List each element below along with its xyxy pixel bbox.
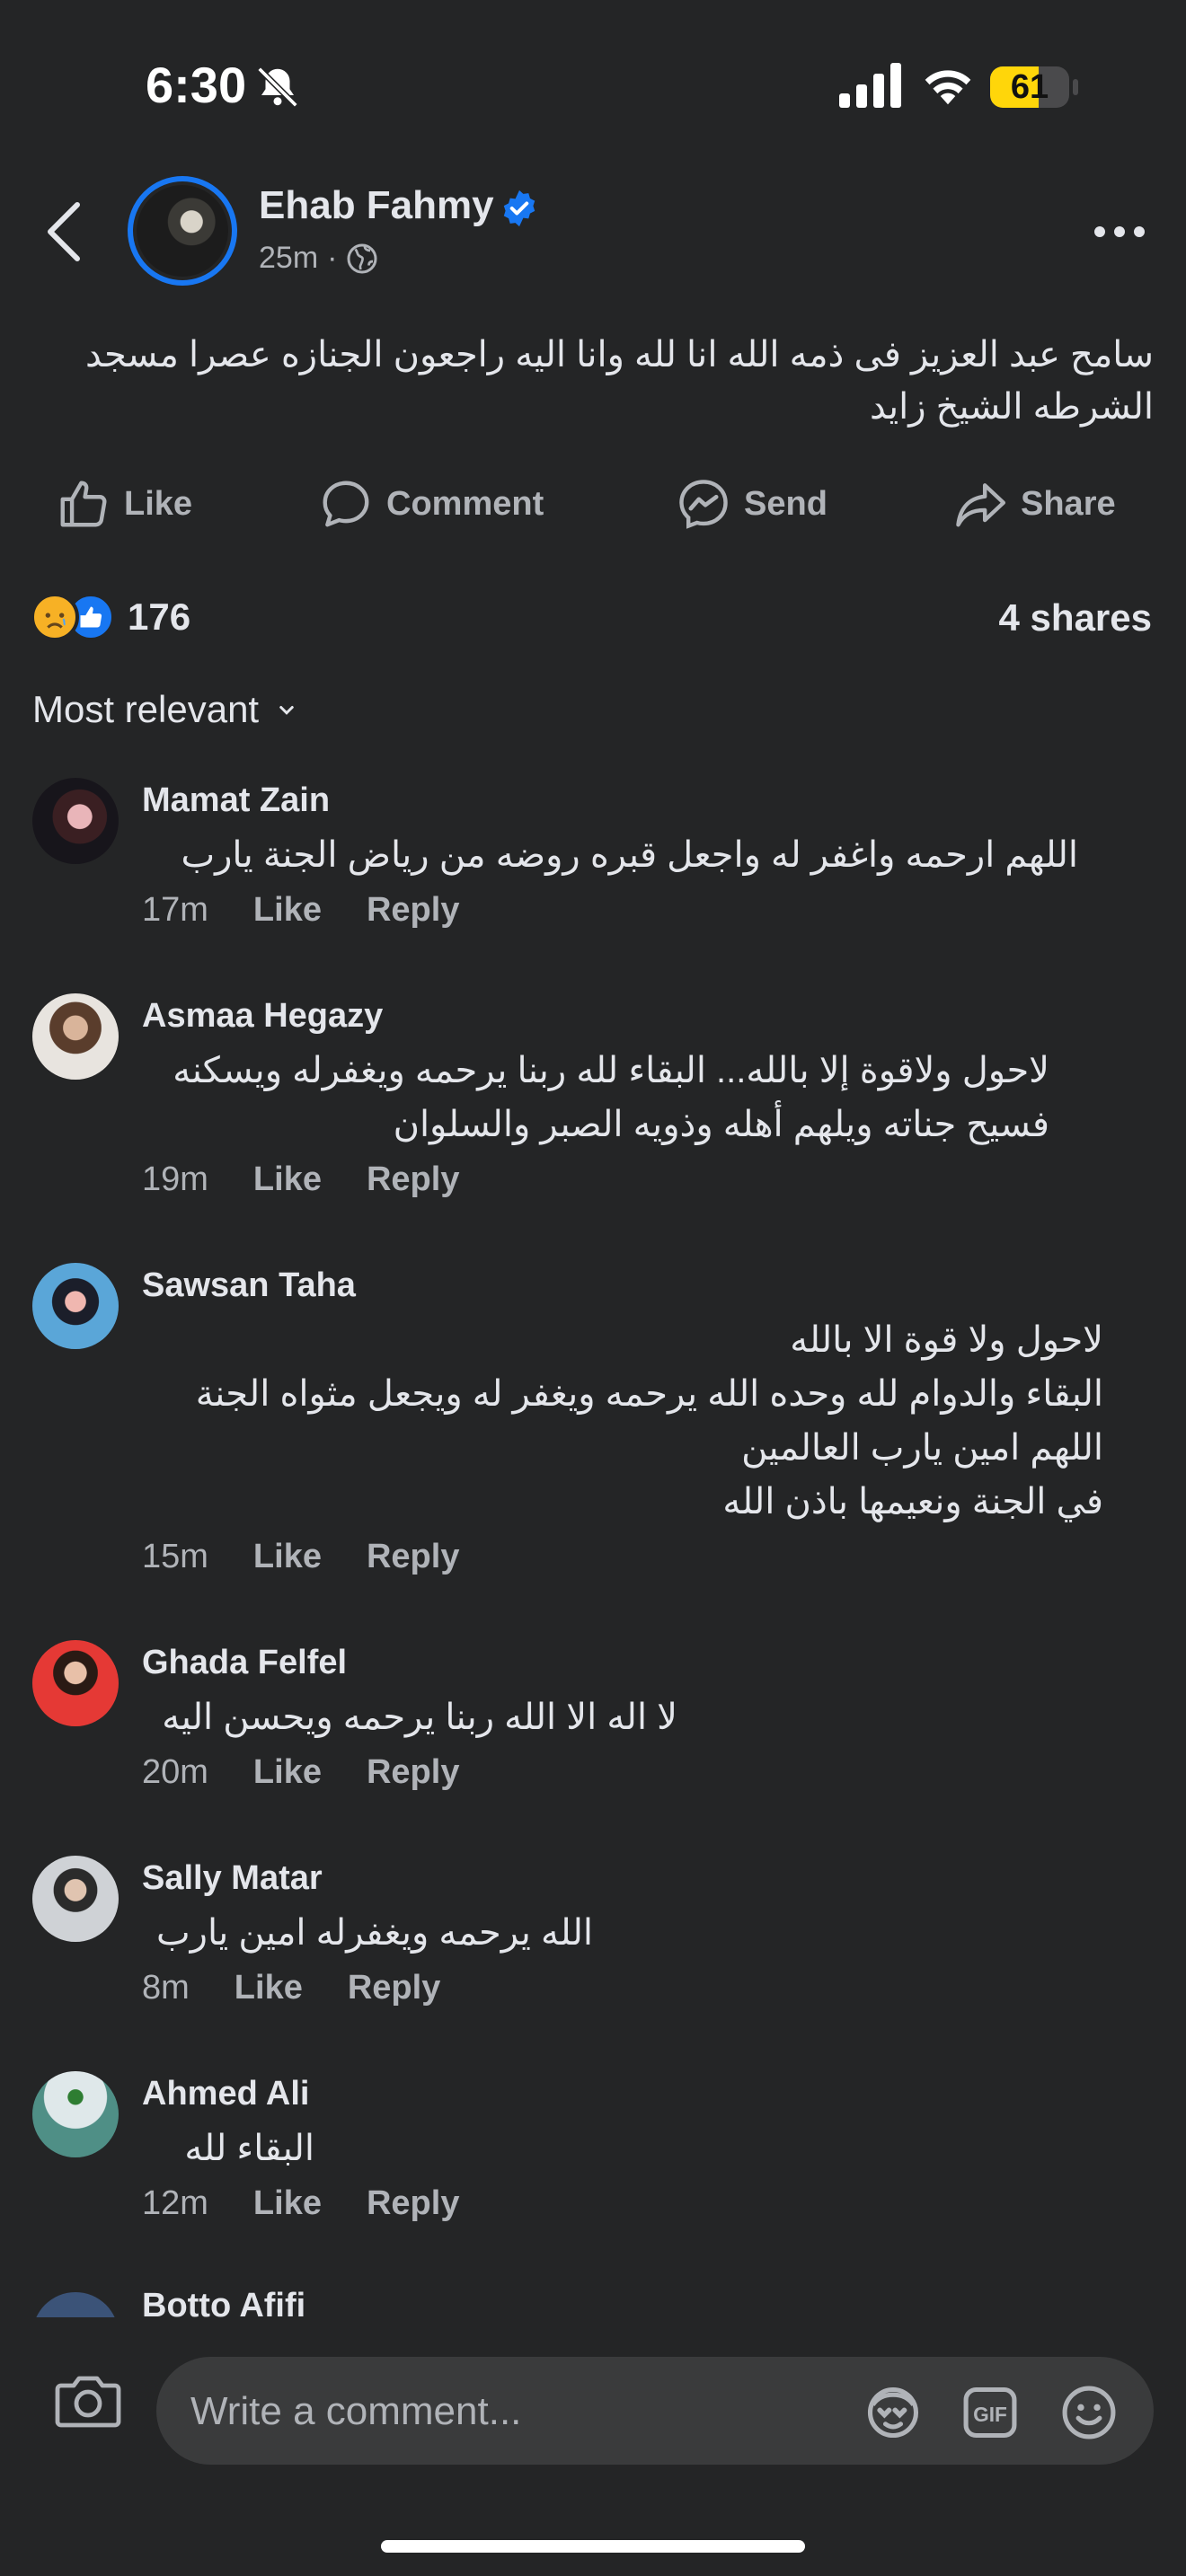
status-bar: 6:30 61 [0, 0, 1186, 171]
avatar-sticker-icon[interactable] [863, 2382, 924, 2443]
comment-text: البقاء لله [184, 2129, 314, 2168]
cellular-signal-icon [839, 63, 901, 108]
comment-reply-button[interactable]: Reply [367, 1538, 459, 1576]
meta-separator: · [327, 241, 338, 275]
wifi-icon [925, 70, 971, 105]
comment-label: Comment [386, 484, 544, 523]
messenger-icon [679, 480, 728, 529]
comment-text: لاحول ولا قوة الا بالله البقاء والدوام ل… [195, 1320, 1103, 1522]
post-text: سامح عبد العزيز فى ذمه الله انا لله وانا… [84, 335, 1154, 427]
like-label: Like [124, 484, 193, 523]
comment-reply-button[interactable]: Reply [367, 2184, 459, 2223]
sort-label: Most relevant [32, 688, 260, 730]
comment-like-button[interactable]: Like [253, 2184, 322, 2223]
shares-count[interactable]: 4 shares [999, 596, 1152, 640]
like-button[interactable]: Like [56, 476, 192, 532]
post-time: 25m [259, 241, 319, 275]
comment-composer: Write a comment... GIF [0, 2317, 1186, 2576]
globe-icon [347, 243, 377, 273]
gif-icon[interactable]: GIF [960, 2382, 1021, 2443]
comment-meta: 12m Like Reply [142, 2184, 459, 2223]
comment-time: 19m [142, 1160, 208, 1198]
reaction-summary[interactable]: 176 [31, 593, 190, 641]
bell-muted-icon [257, 66, 298, 108]
comment-like-button[interactable]: Like [253, 1753, 322, 1792]
post-actions: Like Comment Send Share [0, 476, 1186, 544]
comment-like-button[interactable]: Like [253, 891, 322, 930]
comment-meta: 8m Like Reply [142, 1969, 440, 2007]
comment-meta: 17m Like Reply [142, 891, 459, 930]
comment-input[interactable]: Write a comment... GIF [156, 2357, 1154, 2465]
status-time: 6:30 [146, 57, 247, 113]
comment-time: 20m [142, 1753, 208, 1791]
commenter-avatar[interactable] [32, 2071, 119, 2157]
comment-meta: 15m Like Reply [142, 1538, 459, 1576]
commenter-name[interactable]: Mamat Zain [142, 781, 330, 820]
comment-text: لا اله الا الله ربنا يرحمه ويحسن اليه [162, 1698, 677, 1737]
send-button[interactable]: Send [676, 476, 828, 532]
sad-reaction-icon [31, 593, 79, 641]
chevron-down-icon [279, 706, 294, 715]
back-chevron-icon[interactable] [41, 199, 86, 264]
svg-text:GIF: GIF [973, 2403, 1007, 2426]
comment-meta: 20m Like Reply [142, 1753, 459, 1792]
comment-button[interactable]: Comment [318, 476, 544, 532]
commenter-name[interactable]: Sally Matar [142, 1859, 323, 1898]
reaction-count: 176 [128, 595, 191, 638]
commenter-avatar[interactable] [32, 993, 119, 1080]
camera-icon[interactable] [54, 2371, 122, 2429]
share-button[interactable]: Share [952, 476, 1116, 532]
comment-input-placeholder: Write a comment... [190, 2389, 522, 2433]
commenter-avatar[interactable] [32, 1640, 119, 1726]
commenter-name[interactable]: Asmaa Hegazy [142, 997, 383, 1036]
comment-reply-button[interactable]: Reply [348, 1969, 440, 2007]
share-label: Share [1021, 484, 1116, 523]
post-detail-screen: 6:30 61 Ehab Fahmy 25m · سامح عبد العزيز… [0, 0, 1186, 2576]
commenter-avatar[interactable] [32, 1263, 119, 1349]
emoji-icon[interactable] [1058, 2382, 1120, 2443]
comment-like-button[interactable]: Like [253, 1538, 322, 1576]
comment-text: لاحول ولاقوة إلا بالله... البقاء لله ربن… [173, 1051, 1049, 1144]
battery-indicator: 61 [990, 66, 1078, 110]
comment-text: اللهم ارحمه واغفر له واجعل قبره روضه من … [181, 835, 1078, 875]
comment-time: 17m [142, 891, 208, 929]
comment-reply-button[interactable]: Reply [367, 1160, 459, 1199]
comment-item-partial: Botto Afifi [0, 2287, 1186, 2317]
share-arrow-icon [956, 483, 1006, 527]
author-name[interactable]: Ehab Fahmy [259, 183, 494, 228]
comment-reply-button[interactable]: Reply [367, 1753, 459, 1792]
more-options-icon[interactable] [1091, 216, 1148, 248]
comment-time: 8m [142, 1969, 190, 2007]
commenter-name[interactable]: Ahmed Ali [142, 2075, 310, 2113]
comment-like-button[interactable]: Like [253, 1160, 322, 1199]
commenter-avatar[interactable] [32, 2292, 119, 2317]
commenter-name[interactable]: Botto Afifi [142, 2287, 305, 2317]
comment-time: 15m [142, 1538, 208, 1575]
verified-badge-icon [503, 190, 535, 227]
commenter-avatar[interactable] [32, 778, 119, 864]
comment-reply-button[interactable]: Reply [367, 891, 459, 930]
commenter-avatar[interactable] [32, 1856, 119, 1942]
post-meta: 25m · [259, 241, 378, 276]
comment-time: 12m [142, 2184, 208, 2222]
commenter-name[interactable]: Sawsan Taha [142, 1266, 356, 1305]
send-label: Send [744, 484, 828, 523]
comment-meta: 19m Like Reply [142, 1160, 459, 1199]
thumbs-up-icon [60, 481, 107, 527]
comment-text: الله يرحمه ويغفرله امين يارب [156, 1913, 593, 1953]
home-indicator [381, 2540, 805, 2553]
author-avatar[interactable] [128, 176, 237, 286]
commenter-name[interactable]: Ghada Felfel [142, 1644, 347, 1682]
comment-sort-dropdown[interactable]: Most relevant [32, 688, 300, 731]
comment-bubble-icon [323, 481, 369, 527]
battery-percent: 61 [1010, 68, 1049, 106]
comment-like-button[interactable]: Like [235, 1969, 303, 2007]
